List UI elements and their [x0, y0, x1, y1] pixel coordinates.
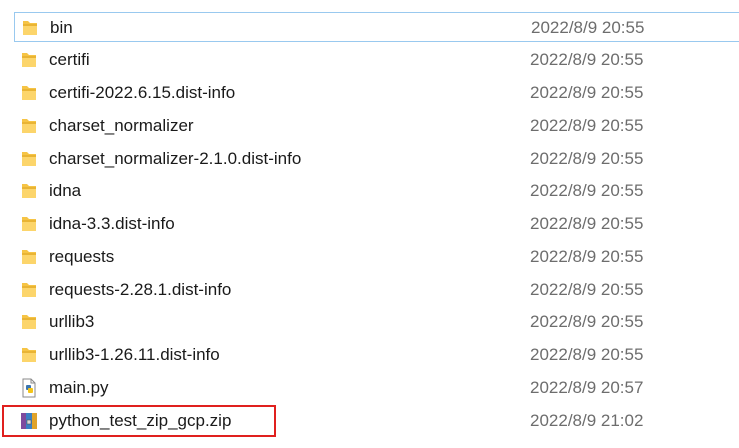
- file-list: bin 2022/8/9 20:55 certifi 2022/8/9 20:5…: [0, 0, 739, 448]
- folder-icon: [19, 116, 39, 136]
- file-name: bin: [50, 18, 73, 37]
- file-date: 2022/8/9 20:55: [530, 83, 644, 102]
- file-date: 2022/8/9 20:57: [530, 378, 644, 397]
- file-name: python_test_zip_gcp.zip: [49, 411, 232, 430]
- folder-icon: [19, 181, 39, 201]
- file-row-certifi-dist-info[interactable]: certifi-2022.6.15.dist-info 2022/8/9 20:…: [14, 78, 739, 108]
- file-date: 2022/8/9 20:55: [530, 214, 644, 233]
- file-row-idna-dist-info[interactable]: idna-3.3.dist-info 2022/8/9 20:55: [14, 209, 739, 239]
- file-name: main.py: [49, 378, 109, 397]
- file-date: 2022/8/9 20:55: [530, 312, 644, 331]
- file-row-urllib3-dist-info[interactable]: urllib3-1.26.11.dist-info 2022/8/9 20:55: [14, 340, 739, 370]
- file-row-idna[interactable]: idna 2022/8/9 20:55: [14, 176, 739, 206]
- file-name: requests-2.28.1.dist-info: [49, 280, 232, 299]
- file-name: requests: [49, 247, 115, 266]
- file-name: charset_normalizer-2.1.0.dist-info: [49, 149, 302, 168]
- file-name: certifi-2022.6.15.dist-info: [49, 83, 236, 102]
- folder-icon: [19, 149, 39, 169]
- folder-icon: [19, 214, 39, 234]
- file-date: 2022/8/9 20:55: [530, 247, 644, 266]
- file-name: urllib3-1.26.11.dist-info: [49, 345, 220, 364]
- file-name: certifi: [49, 50, 90, 69]
- file-row-charset-normalizer[interactable]: charset_normalizer 2022/8/9 20:55: [14, 111, 739, 141]
- file-date: 2022/8/9 20:55: [531, 18, 645, 37]
- folder-icon: [19, 50, 39, 70]
- file-name: charset_normalizer: [49, 116, 194, 135]
- file-row-requests-dist-info[interactable]: requests-2.28.1.dist-info 2022/8/9 20:55: [14, 275, 739, 305]
- file-name: urllib3: [49, 312, 95, 331]
- folder-icon: [19, 83, 39, 103]
- python-file-icon: [19, 378, 39, 398]
- folder-icon: [19, 247, 39, 267]
- file-row-urllib3[interactable]: urllib3 2022/8/9 20:55: [14, 307, 739, 337]
- file-row-python-test-zip[interactable]: python_test_zip_gcp.zip 2022/8/9 21:02: [2, 405, 739, 437]
- file-name: idna: [49, 181, 82, 200]
- file-name: idna-3.3.dist-info: [49, 214, 175, 233]
- file-date: 2022/8/9 20:55: [530, 181, 644, 200]
- file-row-bin[interactable]: bin 2022/8/9 20:55: [14, 12, 739, 42]
- file-date: 2022/8/9 21:02: [530, 411, 644, 430]
- zip-archive-icon: [19, 411, 39, 431]
- file-row-main-py[interactable]: main.py 2022/8/9 20:57: [14, 373, 739, 403]
- folder-icon: [19, 312, 39, 332]
- file-date: 2022/8/9 20:55: [530, 116, 644, 135]
- folder-icon: [20, 18, 40, 38]
- folder-icon: [19, 345, 39, 365]
- folder-icon: [19, 280, 39, 300]
- file-date: 2022/8/9 20:55: [530, 149, 644, 168]
- file-date: 2022/8/9 20:55: [530, 345, 644, 364]
- file-row-certifi[interactable]: certifi 2022/8/9 20:55: [14, 45, 739, 75]
- file-row-charset-normalizer-dist-info[interactable]: charset_normalizer-2.1.0.dist-info 2022/…: [14, 144, 739, 174]
- file-date: 2022/8/9 20:55: [530, 50, 644, 69]
- file-row-requests[interactable]: requests 2022/8/9 20:55: [14, 242, 739, 272]
- file-date: 2022/8/9 20:55: [530, 280, 644, 299]
